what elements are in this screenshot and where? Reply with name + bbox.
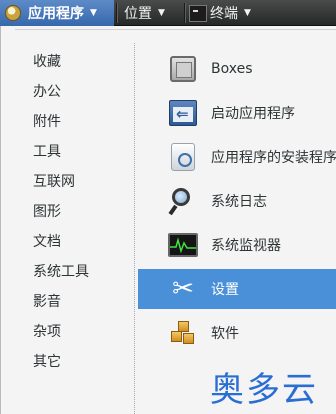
settings-tools-icon: ✂ bbox=[172, 274, 194, 304]
app-item-startup-applications[interactable]: 启动应用程序 bbox=[138, 93, 336, 133]
places-menu-label: 位置 bbox=[124, 6, 152, 22]
places-menu-button[interactable]: 位置 ▼ bbox=[118, 0, 182, 26]
category-internet[interactable]: 互联网 bbox=[33, 170, 75, 194]
software-installer-icon bbox=[168, 142, 198, 172]
boxes-icon bbox=[168, 54, 198, 84]
app-item-settings[interactable]: ✂ 设置 bbox=[138, 269, 336, 309]
category-office[interactable]: 办公 bbox=[33, 80, 61, 104]
applications-menu-label: 应用程序 bbox=[28, 6, 84, 22]
terminal-label: 终端 bbox=[210, 6, 238, 22]
app-item-system-log[interactable]: 系统日志 bbox=[138, 181, 336, 221]
category-system-tools[interactable]: 系统工具 bbox=[33, 260, 89, 284]
app-item-label: 软件 bbox=[211, 326, 239, 342]
category-sound-video[interactable]: 影音 bbox=[33, 290, 61, 314]
category-other[interactable]: 其它 bbox=[33, 350, 61, 374]
category-utilities[interactable]: 工具 bbox=[33, 140, 61, 164]
terminal-icon bbox=[189, 4, 207, 22]
category-sundry[interactable]: 杂项 bbox=[33, 320, 61, 344]
category-favorites[interactable]: 收藏 bbox=[33, 50, 61, 74]
terminal-window-button[interactable]: 终端 ▼ bbox=[186, 0, 266, 26]
panel-divider bbox=[184, 3, 185, 23]
chevron-down-icon: ▼ bbox=[244, 8, 251, 18]
app-item-software-installer[interactable]: 应用程序的安装程序 bbox=[138, 137, 336, 177]
app-item-software[interactable]: 软件 bbox=[138, 313, 336, 353]
panel-divider bbox=[116, 3, 117, 23]
category-accessories[interactable]: 附件 bbox=[33, 110, 61, 134]
category-graphics[interactable]: 图形 bbox=[33, 200, 61, 224]
chevron-down-icon: ▼ bbox=[90, 8, 97, 18]
gnome-foot-icon bbox=[4, 4, 22, 22]
app-item-label: 系统日志 bbox=[211, 194, 267, 210]
software-icon bbox=[168, 318, 198, 348]
top-panel: 应用程序 ▼ 位置 ▼ 终端 ▼ bbox=[0, 0, 336, 26]
system-log-icon bbox=[168, 186, 198, 216]
applications-menu: 收藏 办公 附件 工具 互联网 图形 文档 系统工具 影音 杂项 其它 Boxe… bbox=[0, 26, 336, 414]
app-item-system-monitor[interactable]: 系统监视器 bbox=[138, 225, 336, 265]
app-item-label: 系统监视器 bbox=[211, 238, 281, 254]
app-item-label: Boxes bbox=[211, 61, 253, 77]
menu-column-separator bbox=[134, 43, 135, 414]
startup-applications-icon bbox=[168, 98, 198, 128]
app-item-label: 启动应用程序 bbox=[211, 106, 295, 122]
applications-menu-button[interactable]: 应用程序 ▼ bbox=[0, 0, 114, 26]
system-monitor-icon bbox=[168, 230, 198, 260]
app-item-label: 应用程序的安装程序 bbox=[211, 150, 336, 166]
app-item-boxes[interactable]: Boxes bbox=[138, 49, 336, 89]
watermark: 奥多云 bbox=[210, 370, 318, 410]
chevron-down-icon: ▼ bbox=[158, 8, 165, 18]
category-documentation[interactable]: 文档 bbox=[33, 230, 61, 254]
app-item-label: 设置 bbox=[211, 282, 239, 298]
